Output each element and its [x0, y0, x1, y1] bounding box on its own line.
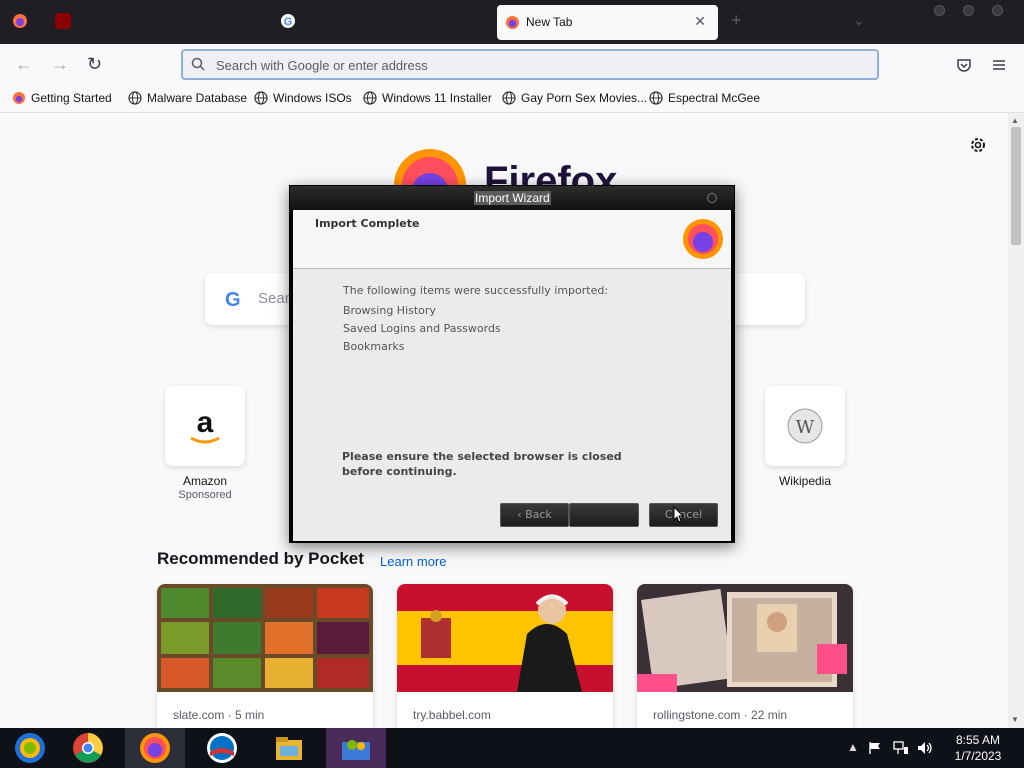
bookmark-item[interactable]: Getting Started — [12, 91, 112, 105]
tab-title: New Tab — [526, 15, 573, 29]
nav-bar: ← → ↻ — [0, 44, 1024, 85]
volume-icon[interactable] — [917, 741, 933, 755]
dialog-close-button[interactable] — [707, 193, 717, 203]
new-tab-button[interactable]: + — [731, 10, 742, 31]
back-arrow-icon[interactable]: ← — [15, 54, 33, 75]
pocket-icon[interactable] — [956, 57, 972, 73]
dialog-header: Import Complete — [293, 210, 731, 269]
vegetables-image — [157, 584, 373, 692]
reload-icon[interactable]: ↻ — [87, 54, 102, 75]
minimize-button[interactable] — [934, 5, 945, 16]
pinned-tab-icon[interactable] — [55, 13, 71, 29]
globe-icon — [254, 91, 268, 105]
browser-closed-warning: Please ensure the selected browser is cl… — [342, 450, 622, 478]
google-icon: G — [225, 289, 241, 311]
scroll-up-icon[interactable]: ▲ — [1011, 116, 1019, 125]
show-hidden-icons-icon[interactable]: ▲ — [847, 740, 859, 754]
top-site-wikipedia[interactable]: W — [765, 386, 845, 466]
dialog-body: Import Complete The following items were… — [293, 210, 731, 541]
dialog-heading: Import Complete — [315, 217, 420, 230]
network-icon[interactable] — [893, 741, 909, 755]
google-icon[interactable]: G — [280, 13, 296, 29]
top-site-amazon[interactable]: a — [165, 386, 245, 466]
tab-bar: G New Tab ✕ + ⌄ — [0, 0, 1024, 44]
clock-date: 1/7/2023 — [954, 749, 1002, 763]
pocket-learn-more-link[interactable]: Learn more — [380, 554, 446, 569]
gear-icon[interactable] — [968, 135, 988, 155]
forward-arrow-icon[interactable]: → — [51, 54, 69, 75]
card-source: slate.com · 5 min — [173, 708, 265, 722]
pocket-card[interactable]: slate.com · 5 min — [157, 584, 373, 728]
scroll-down-icon[interactable]: ▼ — [1011, 715, 1019, 724]
users-icon — [342, 740, 370, 760]
globe-icon — [649, 91, 663, 105]
globe-icon — [363, 91, 377, 105]
tile-label-amazon: Amazon — [182, 474, 228, 488]
firefox-icon — [505, 15, 520, 30]
bookmark-item[interactable]: Malware Database — [128, 91, 247, 105]
taskbar-firefox[interactable] — [125, 728, 185, 768]
card-source: rollingstone.com · 22 min — [653, 708, 788, 722]
chrome-icon — [73, 733, 103, 763]
tile-sponsored-label: Sponsored — [178, 489, 232, 501]
scroll-thumb[interactable] — [1011, 127, 1021, 245]
start-icon — [15, 733, 45, 763]
start-button[interactable] — [0, 728, 60, 768]
taskbar-outlook[interactable] — [192, 728, 252, 768]
next-button[interactable] — [569, 503, 639, 527]
svg-text:a: a — [197, 406, 214, 439]
close-tab-icon[interactable]: ✕ — [694, 13, 706, 30]
clock-time: 8:55 AM — [955, 733, 1001, 747]
bookmark-item[interactable]: Windows 11 Installer — [363, 91, 492, 105]
bookmark-item[interactable]: Gay Porn Sex Movies... — [502, 91, 647, 105]
list-all-tabs-button[interactable]: ⌄ — [853, 12, 865, 29]
close-window-button[interactable] — [992, 5, 1003, 16]
taskbar: ▲ 8:55 AM 1/7/2023 — [0, 728, 1024, 768]
pocket-heading: Recommended by Pocket — [157, 549, 364, 568]
outlook-icon — [207, 733, 237, 763]
imported-item: Browsing History — [343, 304, 436, 317]
spain-flag-image — [397, 584, 613, 692]
flag-icon[interactable] — [868, 741, 882, 755]
taskbar-chrome[interactable] — [58, 728, 118, 768]
globe-icon — [502, 91, 516, 105]
imported-item: Saved Logins and Passwords — [343, 322, 501, 335]
firefox-icon[interactable] — [12, 13, 28, 29]
tile-label-wikipedia: Wikipedia — [778, 474, 832, 488]
firefox-logo-icon — [683, 219, 723, 259]
globe-icon — [128, 91, 142, 105]
tab-new-tab[interactable]: New Tab ✕ — [497, 5, 718, 40]
imported-item: Bookmarks — [343, 340, 405, 353]
svg-text:G: G — [284, 16, 293, 28]
firefox-icon — [140, 733, 170, 763]
pocket-card[interactable]: try.babbel.com — [397, 584, 613, 728]
vertical-scrollbar[interactable]: ▲ ▼ — [1008, 113, 1024, 728]
import-wizard-dialog: Import Wizard Import Complete The follow… — [289, 185, 735, 543]
mouse-cursor-icon — [673, 506, 685, 523]
dialog-title: Import Wizard — [474, 191, 551, 205]
pocket-card[interactable]: rollingstone.com · 22 min — [637, 584, 853, 728]
menu-icon[interactable] — [992, 58, 1006, 72]
maximize-button[interactable] — [963, 5, 974, 16]
firefox-icon — [13, 92, 25, 104]
file-explorer-icon — [276, 737, 302, 760]
dialog-title-bar[interactable]: Import Wizard — [290, 186, 734, 210]
bookmark-item[interactable]: Windows ISOs — [254, 91, 352, 105]
amazon-logo-icon: a — [190, 406, 220, 444]
card-source: try.babbel.com — [413, 708, 491, 722]
passport-image — [637, 584, 853, 692]
bookmarks-toolbar: Getting Started Malware Database Windows… — [0, 85, 1024, 113]
search-icon — [191, 57, 205, 71]
import-intro-text: The following items were successfully im… — [343, 284, 609, 297]
svg-text:W: W — [796, 417, 815, 438]
taskbar-users[interactable] — [326, 728, 386, 768]
taskbar-file-explorer[interactable] — [259, 728, 319, 768]
back-button[interactable]: ‹ Back — [500, 503, 569, 527]
newtab-search-placeholder: Sear — [258, 290, 290, 307]
bookmark-item[interactable]: Espectral McGee — [649, 91, 760, 105]
address-bar[interactable] — [181, 49, 879, 80]
system-clock[interactable]: 8:55 AM 1/7/2023 — [946, 732, 1010, 764]
wikipedia-logo-icon: W — [787, 408, 823, 444]
url-input[interactable] — [216, 55, 816, 75]
